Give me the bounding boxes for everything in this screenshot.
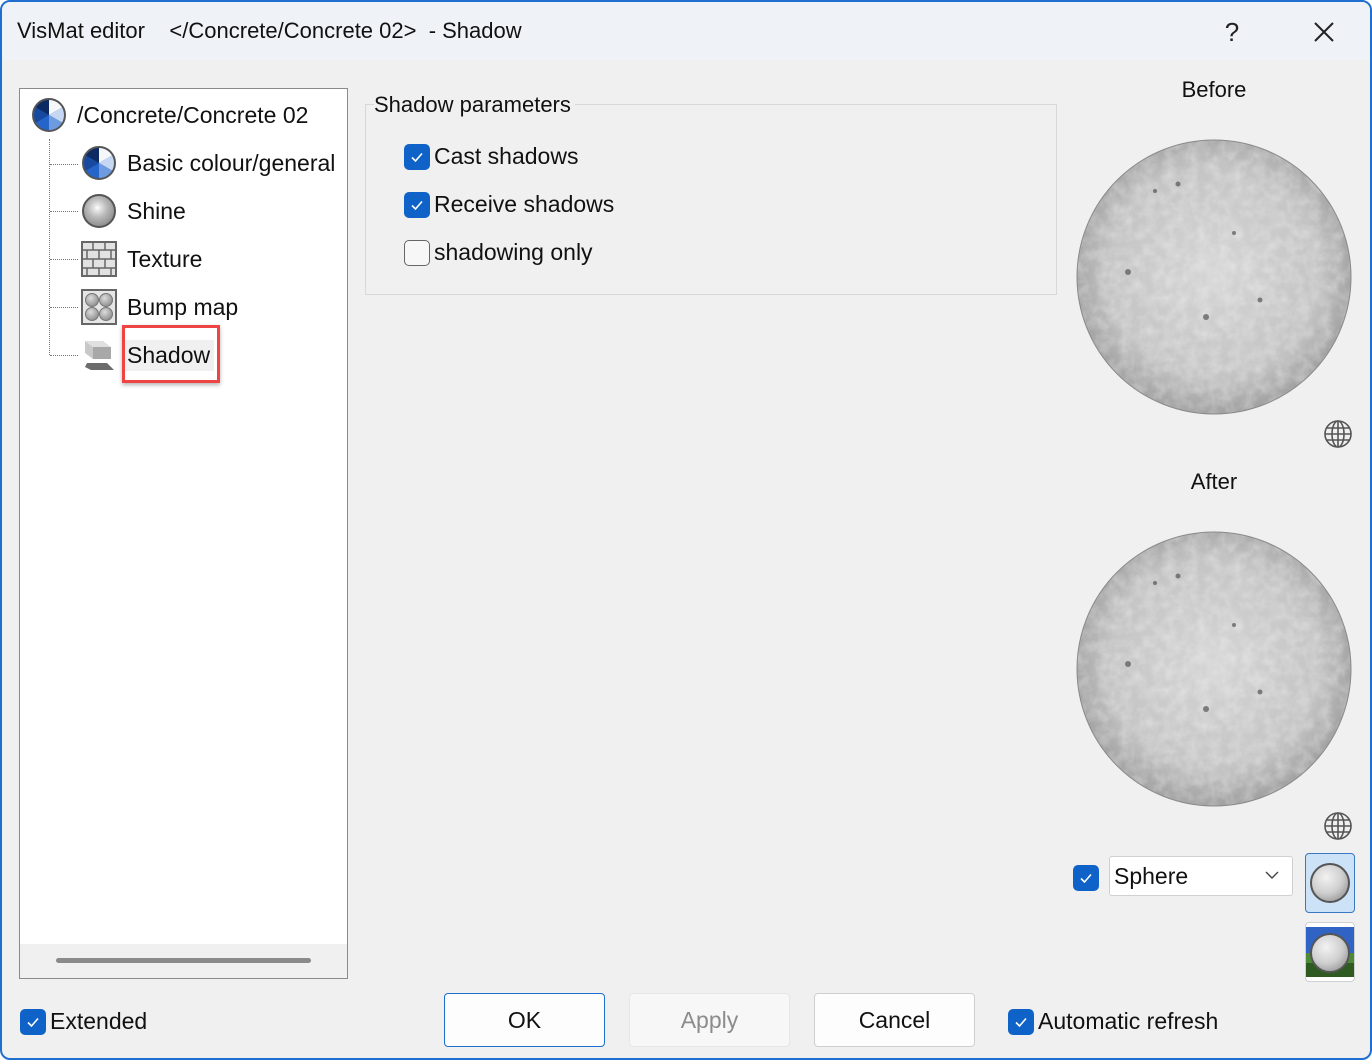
preview-shape-enable-checkbox[interactable] [1073,865,1103,891]
vismat-editor-dialog: VisMat editor </Concrete/Concrete 02> - … [0,0,1372,1060]
extended-checkbox[interactable]: Extended [20,1008,147,1035]
automatic-refresh-checkbox[interactable]: Automatic refresh [1008,1008,1218,1035]
tree-item-label: Shadow [123,339,215,371]
chevron-down-icon [1265,871,1279,879]
tree-item-label: Shine [127,197,186,224]
after-preview-sphere [1076,531,1352,807]
checkbox-checked[interactable] [20,1008,46,1035]
tree-item-label: Basic colour/general [127,149,336,176]
before-preview-sphere [1076,139,1352,415]
automatic-refresh-label: Automatic refresh [1038,1008,1219,1034]
cancel-button[interactable]: Cancel [814,993,975,1047]
sphere-environment-icon [1306,927,1354,977]
plain-background-button[interactable] [1305,853,1355,913]
tree-item-label: Bump map [127,293,239,320]
tree-item-shadow[interactable]: Shadow [81,337,215,373]
tree-item-shine[interactable]: Shine [81,193,186,229]
shadowing-only-checkbox[interactable]: shadowing only [404,239,593,266]
tree-item-basic-colour[interactable]: Basic colour/general [81,145,335,181]
check-icon [411,200,423,210]
globe-icon[interactable] [1322,810,1354,842]
shine-sphere-icon [82,194,116,228]
checkbox-unchecked[interactable] [404,239,430,266]
close-icon [1314,22,1334,42]
sphere-icon [1310,863,1350,903]
scrollbar-thumb[interactable] [56,958,311,963]
shadow-parameters-title: Shadow parameters [374,92,575,118]
checkbox-checked[interactable] [1008,1008,1034,1035]
after-label: After [1190,469,1238,494]
tree-connector [50,259,78,260]
cast-shadows-checkbox[interactable]: Cast shadows [404,143,578,170]
material-tree[interactable]: /Concrete/Concrete 02 Basic colour/gener… [19,88,348,979]
color-pie-icon [82,146,116,180]
check-icon [27,1017,39,1027]
tree-root-node[interactable]: /Concrete/Concrete 02 [31,97,308,133]
apply-button[interactable]: Apply [629,993,790,1047]
title-bar: VisMat editor </Concrete/Concrete 02> - … [2,2,1370,60]
tree-connector [50,307,78,308]
close-button[interactable] [1294,10,1354,54]
tree-connector [50,164,78,165]
tree-item-bump-map[interactable]: Bump map [81,289,238,325]
receive-shadows-checkbox[interactable]: Receive shadows [404,191,614,218]
preview-shape-value: Sphere [1114,862,1189,889]
check-icon [1080,873,1092,884]
tree-connector [50,211,78,212]
globe-icon[interactable] [1322,418,1354,450]
brick-texture-icon [81,241,117,277]
bump-map-icon [81,289,117,325]
environment-background-button[interactable] [1305,922,1355,982]
check-icon [411,152,423,162]
window-title: VisMat editor </Concrete/Concrete 02> - … [17,18,522,43]
receive-shadows-label: Receive shadows [434,191,615,217]
ok-button[interactable]: OK [444,993,605,1047]
checkbox-checked[interactable] [1073,865,1099,891]
tree-connector [49,139,50,355]
cast-shadows-label: Cast shadows [434,143,579,169]
tree-connector [50,355,78,356]
material-pie-icon [32,98,66,132]
checkbox-checked[interactable] [404,191,430,218]
tree-item-label: Texture [127,245,203,272]
before-label: Before [1181,77,1247,102]
extended-label: Extended [50,1008,148,1034]
tree-item-texture[interactable]: Texture [81,241,202,277]
shadow-box-icon [85,341,114,370]
help-button[interactable]: ? [1202,10,1262,54]
tree-root-label: /Concrete/Concrete 02 [77,101,309,128]
shadowing-only-label: shadowing only [434,239,593,265]
preview-shape-select[interactable]: Sphere [1109,856,1293,896]
check-icon [1015,1017,1027,1027]
tree-horizontal-scrollbar[interactable] [20,944,347,978]
checkbox-checked[interactable] [404,143,430,170]
